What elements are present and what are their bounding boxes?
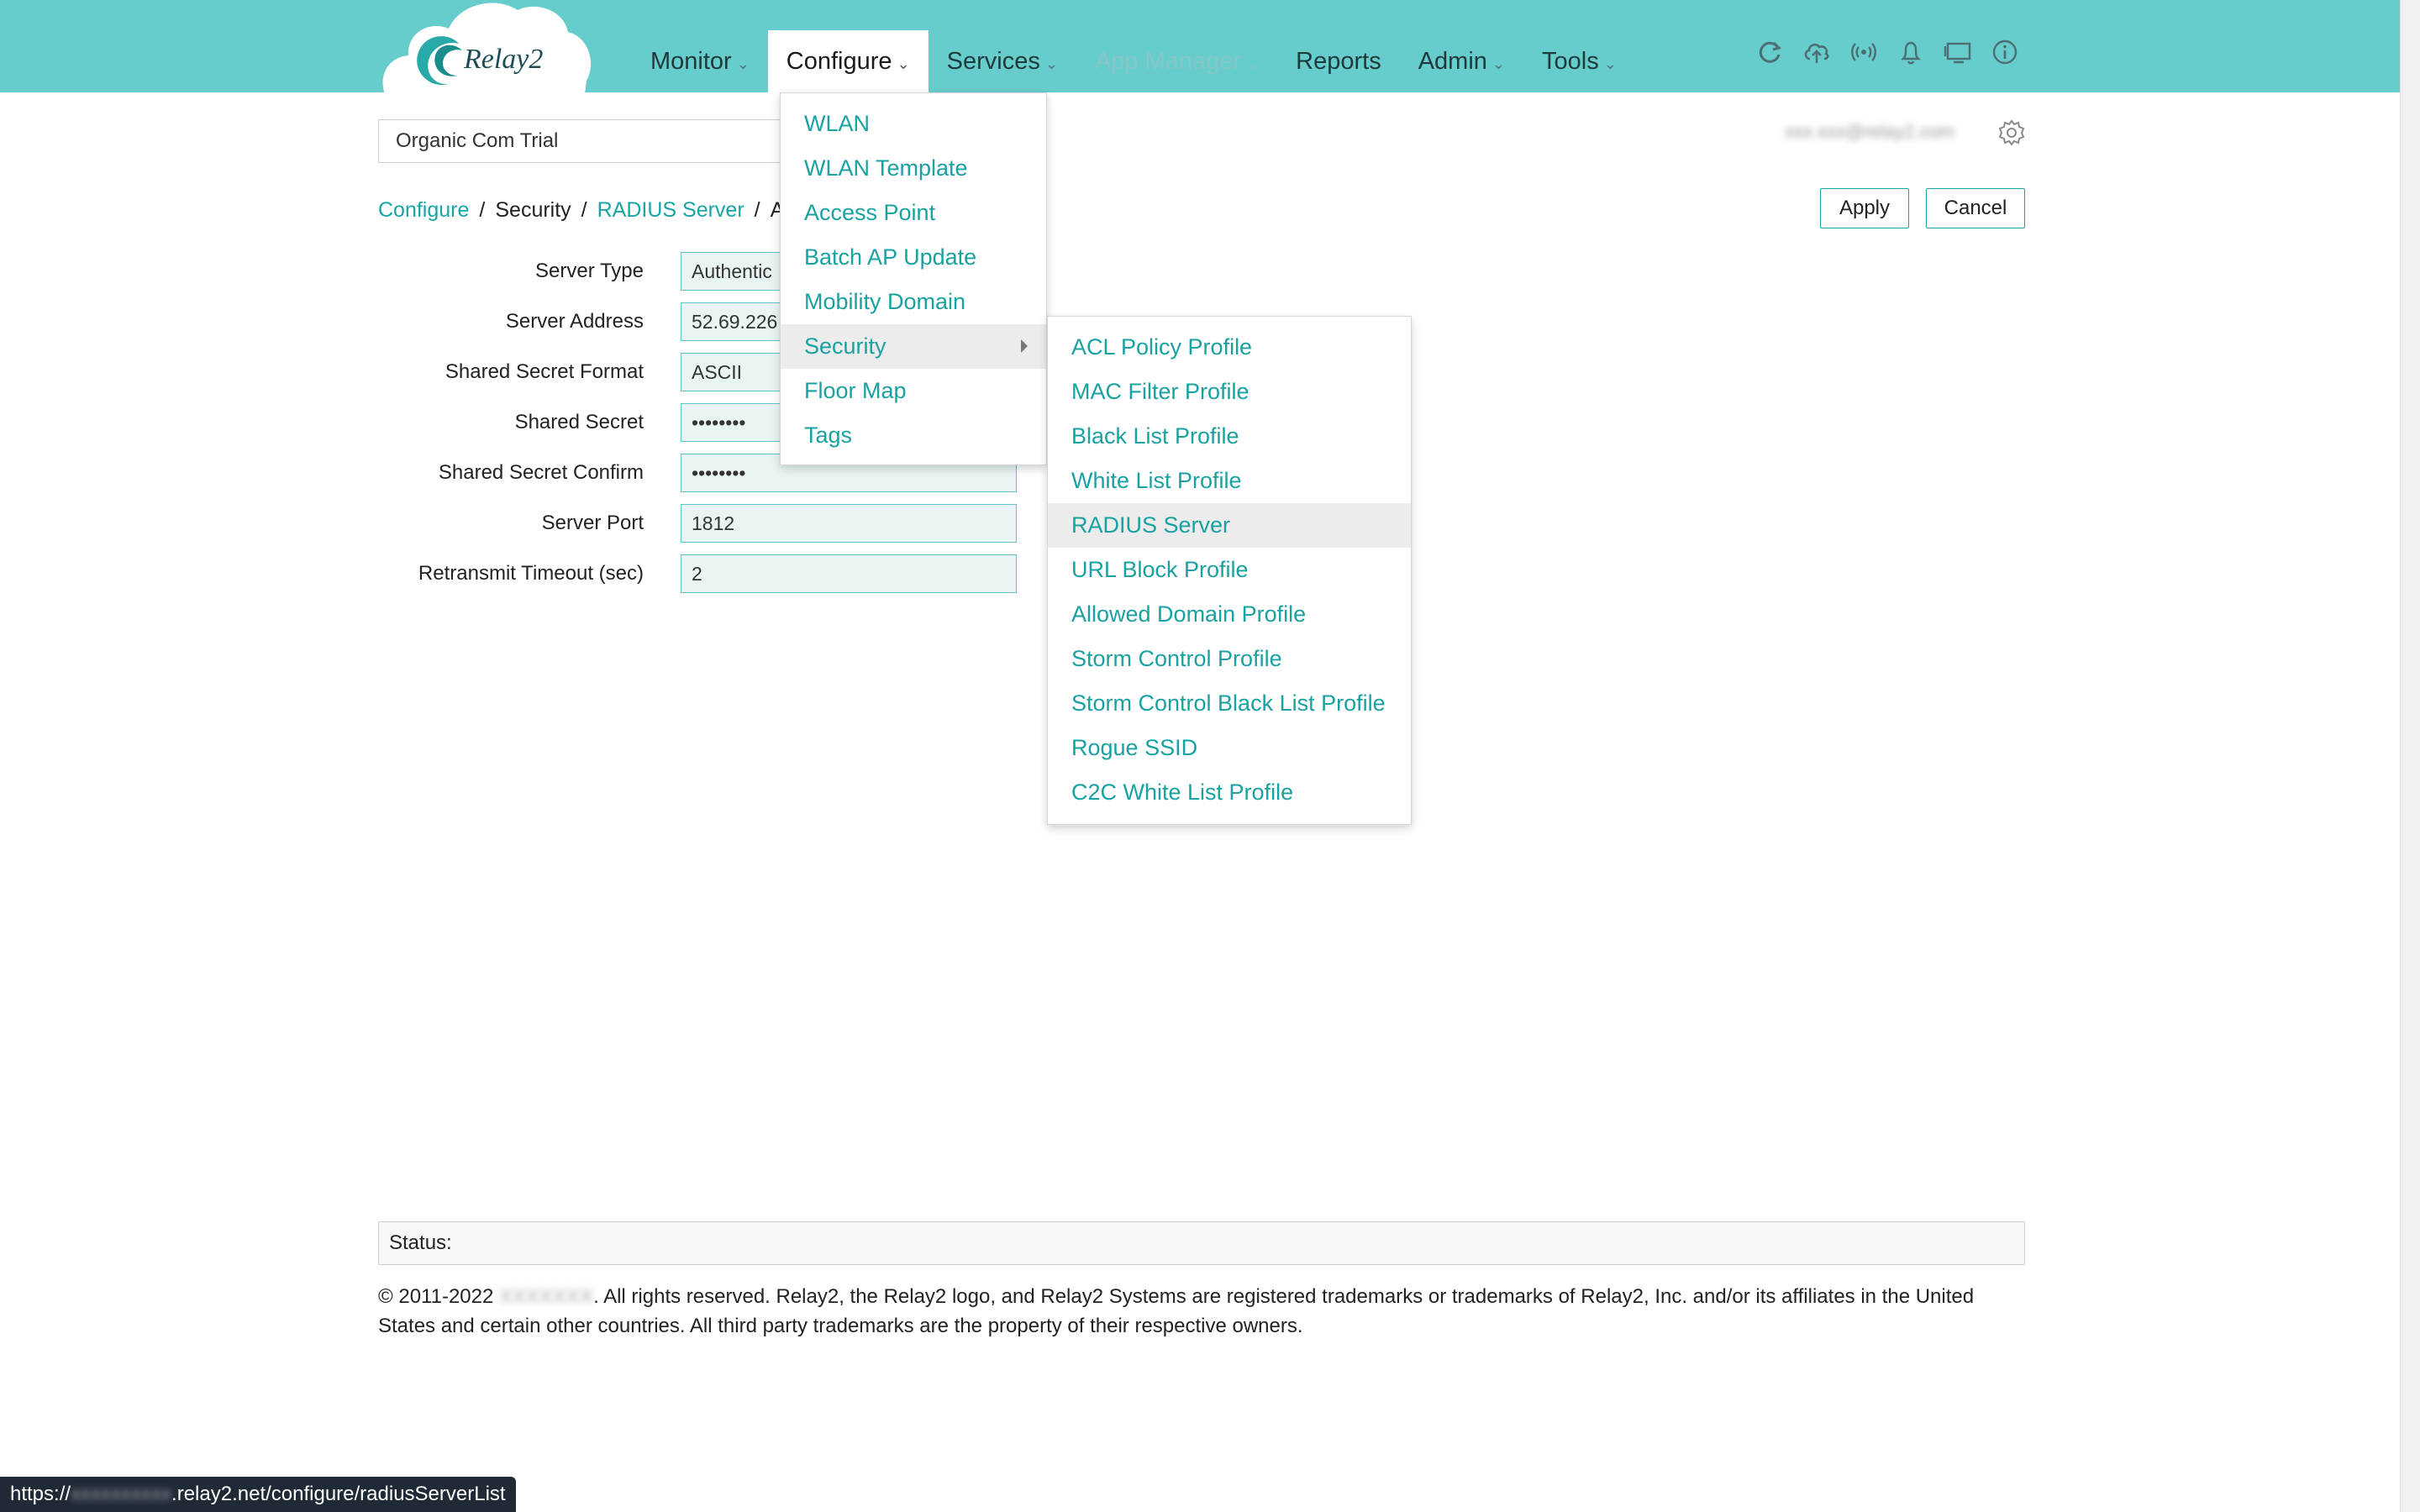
cancel-button[interactable]: Cancel: [1926, 188, 2025, 228]
secret-confirm-label: Shared Secret Confirm: [438, 461, 644, 484]
footer-company-redacted: XXXXXXX: [499, 1285, 594, 1308]
shared-secret-label: Shared Secret: [514, 411, 644, 433]
server-address-label: Server Address: [505, 310, 644, 333]
menu-item-batch-ap-update[interactable]: Batch AP Update: [781, 235, 1046, 280]
nav-tools[interactable]: Tools ⌄: [1523, 30, 1635, 92]
nav-app-manager-label: App Manager: [1094, 47, 1242, 75]
secret-format-label: Shared Secret Format: [445, 360, 644, 383]
breadcrumb-separator: /: [581, 198, 587, 222]
footer-prefix: © 2011-2022: [378, 1285, 500, 1308]
gear-icon[interactable]: [1996, 118, 2027, 148]
menu-item-wlan[interactable]: WLAN: [781, 102, 1046, 146]
menu-item-floor-map[interactable]: Floor Map: [781, 369, 1046, 413]
nav-reports-label: Reports: [1296, 47, 1381, 75]
link-preview-url: https://xxxxxxxxxx .relay2.net/configure/…: [0, 1477, 516, 1512]
organization-select[interactable]: Organic Com Trial: [378, 119, 781, 163]
menu-item-tags[interactable]: Tags: [781, 413, 1046, 458]
submenu-item-url-block-profile[interactable]: URL Block Profile: [1048, 548, 1411, 592]
configure-menu: WLAN WLAN Template Access Point Batch AP…: [780, 92, 1047, 465]
status-box: Status:: [378, 1221, 2025, 1265]
main-nav: Monitor ⌄ Configure ⌄ Services ⌄ App Manage…: [632, 30, 1635, 92]
chevron-down-icon: ⌄: [1044, 55, 1058, 72]
server-port-field[interactable]: 1812: [681, 504, 1017, 543]
menu-item-mobility-domain[interactable]: Mobility Domain: [781, 280, 1046, 324]
breadcrumb-separator: /: [754, 198, 760, 222]
submenu-item-black-list-profile[interactable]: Black List Profile: [1048, 414, 1411, 459]
submenu-item-storm-control-black-list-profile[interactable]: Storm Control Black List Profile: [1048, 681, 1411, 726]
menu-item-security[interactable]: Security: [781, 324, 1046, 369]
chevron-down-icon: ⌄: [1491, 55, 1505, 72]
retransmit-timeout-field[interactable]: 2: [681, 554, 1017, 593]
link-preview-host-redacted: xxxxxxxxxx: [71, 1483, 172, 1505]
footer-text: . All rights reserved. Relay2, the Relay…: [378, 1285, 1975, 1337]
breadcrumb-radius-server[interactable]: RADIUS Server: [597, 198, 744, 223]
menu-item-wlan-template[interactable]: WLAN Template: [781, 146, 1046, 191]
chevron-down-icon: ⌄: [897, 55, 910, 72]
nav-app-manager: App Manager ⌄: [1076, 30, 1277, 92]
link-preview-suffix: .relay2.net/configure/radiusServerList: [171, 1483, 506, 1505]
chevron-down-icon: ⌄: [1603, 55, 1617, 72]
submenu-item-storm-control-profile[interactable]: Storm Control Profile: [1048, 637, 1411, 681]
server-port-label: Server Port: [541, 512, 644, 534]
user-email: xxx.xxx@relay2.com: [1785, 121, 1955, 142]
submenu-item-rogue-ssid[interactable]: Rogue SSID: [1048, 726, 1411, 770]
breadcrumb: Configure / Security / RADIUS Server / A…: [378, 198, 796, 223]
info-icon[interactable]: [1990, 37, 2020, 67]
breadcrumb-separator: /: [479, 198, 486, 222]
wireless-icon[interactable]: [1849, 37, 1879, 67]
breadcrumb-security: Security: [495, 198, 571, 222]
refresh-icon[interactable]: [1754, 37, 1785, 67]
submenu-item-c2c-white-list-profile[interactable]: C2C White List Profile: [1048, 770, 1411, 815]
menu-item-access-point[interactable]: Access Point: [781, 191, 1046, 235]
submenu-item-white-list-profile[interactable]: White List Profile: [1048, 459, 1411, 503]
bell-icon[interactable]: [1896, 37, 1926, 67]
link-preview-prefix: https://: [10, 1483, 71, 1505]
footer-copyright: © 2011-2022 XXXXXXX. All rights reserved…: [378, 1282, 2025, 1341]
server-type-label: Server Type: [535, 260, 644, 282]
nav-admin-label: Admin: [1418, 47, 1487, 75]
caret-right-icon: [1021, 339, 1028, 353]
brand-logo-text: Relay2: [464, 44, 544, 75]
submenu-item-acl-policy-profile[interactable]: ACL Policy Profile: [1048, 325, 1411, 370]
submenu-item-allowed-domain-profile[interactable]: Allowed Domain Profile: [1048, 592, 1411, 637]
nav-monitor[interactable]: Monitor ⌄: [632, 30, 768, 92]
top-navigation-bar: Relay2 Monitor ⌄ Configure ⌄ Services ⌄ App…: [0, 0, 2420, 94]
nav-admin[interactable]: Admin ⌄: [1400, 30, 1523, 92]
retransmit-timeout-label: Retransmit Timeout (sec): [418, 562, 644, 585]
nav-services[interactable]: Services ⌄: [929, 30, 1076, 92]
submenu-item-mac-filter-profile[interactable]: MAC Filter Profile: [1048, 370, 1411, 414]
security-submenu: ACL Policy Profile MAC Filter Profile Bl…: [1047, 316, 1412, 825]
menu-item-security-label: Security: [804, 333, 886, 359]
nav-services-label: Services: [946, 47, 1040, 75]
header-toolbar: [1754, 37, 2020, 67]
submenu-item-radius-server[interactable]: RADIUS Server: [1048, 503, 1411, 548]
relay2-logo-mark: [417, 36, 462, 86]
chevron-down-icon: ⌄: [736, 55, 750, 72]
breadcrumb-configure[interactable]: Configure: [378, 198, 469, 223]
nav-tools-label: Tools: [1542, 47, 1599, 75]
nav-configure[interactable]: Configure ⌄: [767, 30, 929, 92]
screen-share-icon[interactable]: [1943, 37, 1973, 67]
nav-configure-label: Configure: [786, 47, 892, 75]
status-label: Status:: [389, 1231, 452, 1254]
cloud-upload-icon[interactable]: [1802, 37, 1832, 67]
apply-button[interactable]: Apply: [1820, 188, 1909, 228]
page-scrollbar[interactable]: [2400, 0, 2420, 1512]
chevron-down-icon: ⌄: [1246, 55, 1260, 72]
nav-monitor-label: Monitor: [650, 47, 732, 75]
nav-reports[interactable]: Reports: [1277, 30, 1400, 92]
organization-select-value: Organic Com Trial: [396, 129, 559, 152]
